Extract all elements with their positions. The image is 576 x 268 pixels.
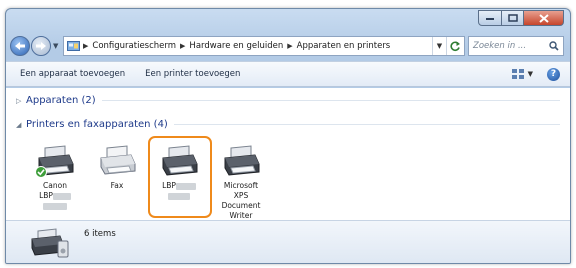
printer-fax[interactable]: Fax: [88, 138, 146, 221]
printer-name-line: XPS: [233, 191, 249, 200]
default-printer-check-icon: [35, 166, 47, 178]
address-bar-controls: ▼: [432, 37, 464, 55]
change-view-button[interactable]: ▼: [511, 68, 533, 80]
group-title-devices: Apparaten (2): [26, 95, 96, 106]
details-pane: 6 items: [6, 220, 570, 263]
redacted-model: [167, 192, 190, 200]
address-row: ▼ ▶ Configuratiescherm ▶ Hardware en gel…: [10, 34, 564, 58]
refresh-icon: [450, 41, 460, 51]
printer-name-line: Document: [221, 201, 261, 210]
printer-lbp-selected[interactable]: LBP: [148, 136, 212, 221]
fax-icon: [97, 144, 137, 178]
collapse-arrow-icon[interactable]: ◢: [16, 121, 26, 129]
printer-label: Fax: [111, 181, 124, 191]
printer-label: Canon LBP: [39, 181, 71, 211]
address-bar[interactable]: ▶ Configuratiescherm ▶ Hardware en gelui…: [63, 36, 465, 56]
forward-button[interactable]: [31, 36, 51, 56]
search-icon[interactable]: [549, 41, 559, 51]
explorer-window: ▼ ▶ Configuratiescherm ▶ Hardware en gel…: [5, 8, 571, 264]
printers-list: Canon LBP Fax LBP Microsoft XPS Document…: [26, 136, 274, 221]
maximize-icon: [507, 14, 518, 22]
group-divider: [173, 124, 560, 125]
printer-name-line: Fax: [110, 181, 124, 190]
command-bar: Een apparaat toevoegen Een printer toevo…: [6, 61, 570, 87]
minimize-icon: [486, 18, 494, 20]
group-header-devices[interactable]: ▷ Apparaten (2): [16, 95, 560, 106]
breadcrumb-separator: ▶: [287, 42, 293, 50]
refresh-button[interactable]: [446, 37, 464, 55]
printer-name-line: LBP: [39, 191, 53, 200]
recent-pages-dropdown[interactable]: ▼: [53, 42, 61, 50]
breadcrumb-devices-printers[interactable]: Apparaten en printers: [297, 41, 391, 51]
printer-microsoft-xps[interactable]: Microsoft XPS Document Writer: [212, 138, 270, 221]
devices-printers-icon: [30, 227, 70, 262]
printer-icon: [159, 144, 199, 178]
group-title-printers: Printers en faxapparaten (4): [26, 119, 168, 130]
control-panel-icon: [67, 40, 80, 52]
view-options-icon: [511, 68, 524, 79]
close-icon: [538, 13, 549, 23]
command-bar-right: ▼ ?: [511, 67, 570, 81]
printer-icon: [35, 144, 75, 178]
add-device-button[interactable]: Een apparaat toevoegen: [20, 69, 125, 79]
chevron-down-icon: ▼: [527, 70, 533, 78]
add-printer-button[interactable]: Een printer toevoegen: [145, 69, 240, 79]
breadcrumb-separator: ▶: [180, 42, 186, 50]
redacted-model: [42, 202, 67, 210]
minimize-button[interactable]: [478, 10, 502, 26]
content-pane: ▷ Apparaten (2) ◢ Printers en faxapparat…: [6, 88, 570, 220]
breadcrumb-separator: ▶: [83, 42, 89, 50]
back-button[interactable]: [10, 36, 30, 56]
group-divider: [101, 100, 560, 101]
arrow-right-icon: [36, 42, 46, 50]
arrow-left-icon: [15, 42, 25, 50]
help-icon[interactable]: ?: [547, 67, 560, 81]
printer-name-line: Writer: [229, 211, 253, 220]
printer-label: LBP: [162, 181, 196, 201]
printer-canon[interactable]: Canon LBP: [26, 138, 84, 221]
maximize-button[interactable]: [502, 10, 524, 26]
search-input[interactable]: Zoeken in ...: [468, 36, 564, 56]
group-header-printers[interactable]: ◢ Printers en faxapparaten (4): [16, 119, 560, 130]
search-placeholder: Zoeken in ...: [473, 41, 527, 51]
printer-name-line: LBP: [162, 181, 176, 190]
item-count: 6 items: [84, 229, 116, 239]
caption-buttons: [478, 10, 564, 26]
printer-name-line: Canon: [43, 181, 67, 190]
breadcrumb-control-panel[interactable]: Configuratiescherm: [92, 41, 176, 51]
close-button[interactable]: [524, 10, 564, 26]
printer-label: Microsoft XPS Document Writer: [222, 181, 261, 221]
address-dropdown[interactable]: ▼: [432, 37, 446, 55]
breadcrumb-hardware-sound[interactable]: Hardware en geluiden: [189, 41, 283, 51]
expand-arrow-icon[interactable]: ▷: [16, 97, 26, 105]
redacted-model: [175, 182, 196, 190]
printer-name-line: Microsoft: [223, 181, 259, 190]
redacted-model: [52, 192, 71, 200]
printer-icon: [221, 144, 261, 178]
